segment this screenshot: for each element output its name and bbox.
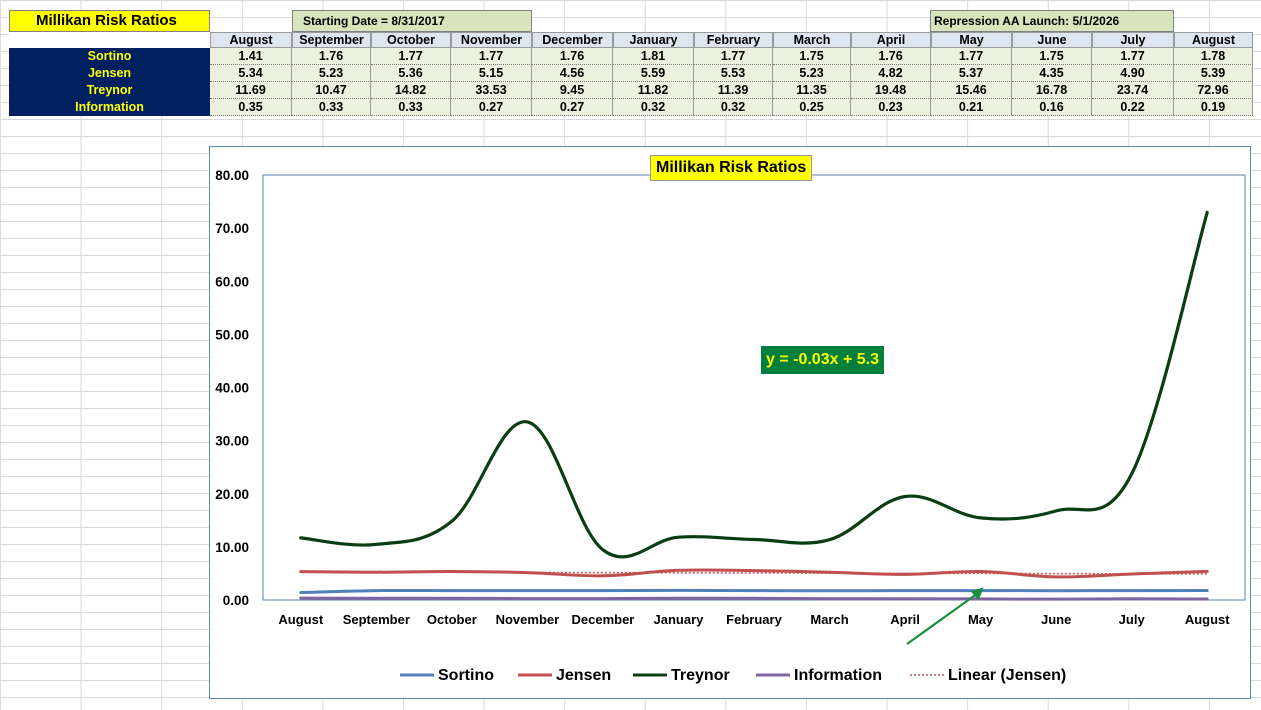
legend-label: Linear (Jensen) [948, 667, 1066, 684]
x-tick-label: June [1041, 612, 1071, 627]
x-tick-label: March [810, 612, 848, 627]
x-tick-label: September [343, 612, 410, 627]
x-tick-label: August [278, 612, 323, 627]
x-tick-label: April [890, 612, 920, 627]
y-tick-label: 30.00 [215, 434, 249, 449]
y-tick-label: 10.00 [215, 540, 249, 555]
legend-label: Sortino [438, 667, 494, 684]
plot-area-border [262, 174, 1246, 601]
legend-label: Treynor [671, 667, 730, 684]
series-line-information [299, 596, 1209, 601]
x-tick-label: January [654, 612, 705, 627]
chart-title: Millikan Risk Ratios [650, 155, 813, 181]
y-tick-label: 70.00 [215, 221, 249, 236]
y-tick-label: 80.00 [215, 168, 249, 183]
legend-label: Jensen [556, 667, 611, 684]
legend-label: Information [794, 667, 882, 684]
x-tick-label: October [427, 612, 477, 627]
series-line-sortino [299, 588, 1209, 595]
x-tick-label: February [726, 612, 782, 627]
y-tick-label: 0.00 [223, 593, 249, 608]
y-tick-label: 40.00 [215, 381, 249, 396]
y-tick-label: 50.00 [215, 327, 249, 342]
y-tick-label: 60.00 [215, 274, 249, 289]
series-line-treynor [299, 210, 1209, 559]
trendline-equation: y = -0.03x + 5.3 [761, 346, 884, 374]
x-tick-label: August [1185, 612, 1230, 627]
x-tick-label: May [968, 612, 994, 627]
x-tick-label: July [1119, 612, 1146, 627]
y-tick-label: 20.00 [215, 487, 249, 502]
line-chart: 0.00 10.00 20.00 30.00 40.00 50.00 60.00 70.00 8… [215, 168, 1246, 684]
x-tick-label: November [496, 612, 560, 627]
x-tick-label: December [571, 612, 634, 627]
